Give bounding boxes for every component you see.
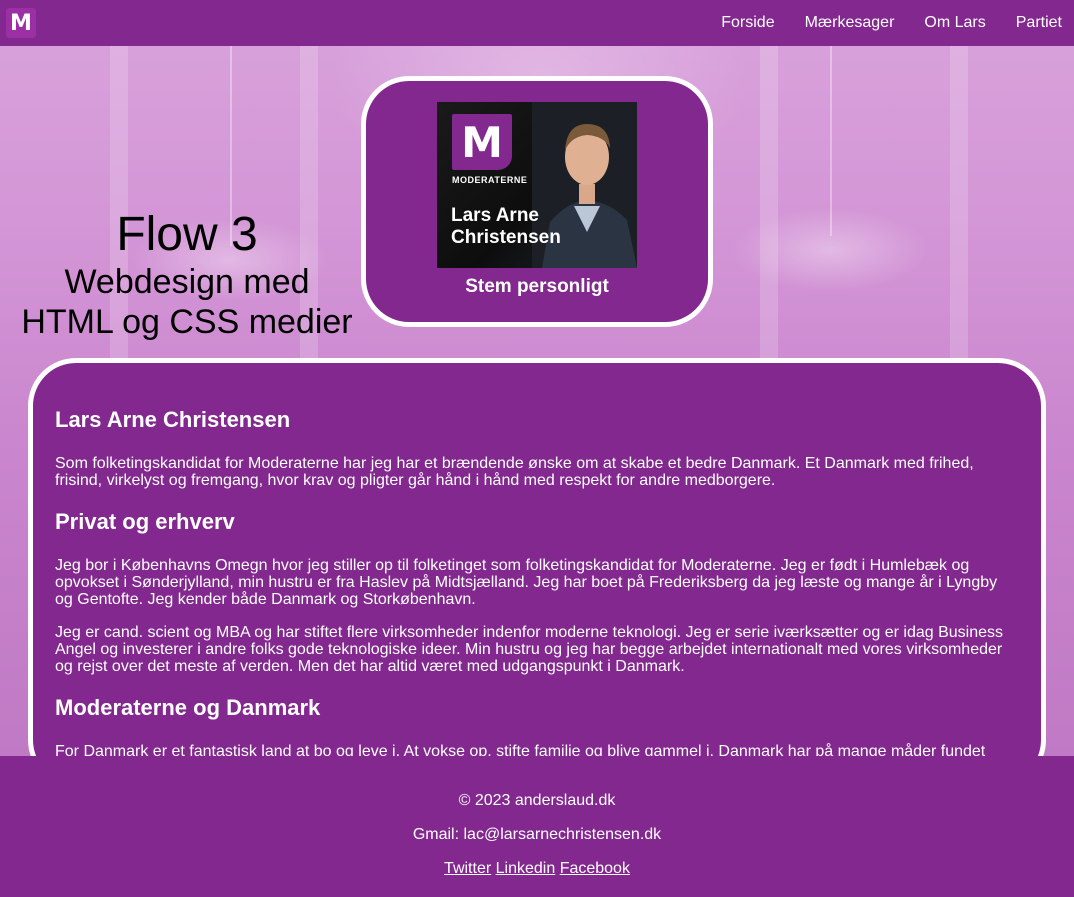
moderaterne-logo: M — [452, 114, 512, 170]
nav-link-forside[interactable]: Forside — [721, 14, 774, 32]
chandelier-chain — [830, 46, 832, 236]
nav-link-om-lars[interactable]: Om Lars — [924, 14, 985, 32]
privat-paragraph-1: Jeg bor i Københavns Omegn hvor jeg stil… — [55, 557, 998, 608]
footer-copyright: © 2023 anderslaud.dk — [458, 792, 616, 809]
footer-email: Gmail: lac@larsarnechristensen.dk — [412, 826, 662, 843]
poster-caption: Stem personligt — [465, 276, 609, 297]
twitter-link[interactable]: Twitter — [444, 860, 491, 877]
top-navbar: M Forside Mærkesager Om Lars Partiet — [0, 0, 1074, 46]
main-nav: Forside Mærkesager Om Lars Partiet — [691, 14, 1062, 32]
campaign-poster-image: M MODERATERNE Lars Arne Christensen — [437, 102, 637, 268]
linkedin-link[interactable]: Linkedin — [496, 860, 556, 877]
poster-candidate-name: Lars Arne Christensen — [451, 205, 561, 248]
poster-brand-text: MODERATERNE — [452, 175, 528, 185]
hero-subtitle-line2: HTML og CSS medier — [21, 303, 353, 341]
bio-paragraph: Som folketingskandidat for Moderaterne h… — [55, 455, 974, 489]
privat-paragraph-2: Jeg er cand. scient og MBA og har stifte… — [55, 624, 1004, 675]
footer-social-links: Twitter Linkedin Facebook — [0, 860, 1074, 878]
bio-heading: Lars Arne Christensen — [55, 407, 291, 432]
bio-content-card[interactable]: Lars Arne Christensen Som folketingskand… — [28, 358, 1046, 788]
site-footer: © 2023 anderslaud.dk Gmail: lac@larsarne… — [0, 756, 1074, 897]
facebook-link[interactable]: Facebook — [560, 860, 630, 877]
section-heading-privat-og-erhverv: Privat og erhverv — [55, 509, 235, 534]
section-heading-moderaterne-og-danmark: Moderaterne og Danmark — [55, 695, 321, 720]
site-logo[interactable]: M — [6, 8, 36, 38]
hero-title: Flow 3 — [116, 208, 258, 261]
campaign-poster-card: M MODERATERNE Lars Arne Christensen Stem… — [361, 76, 713, 327]
nav-link-maerkesager[interactable]: Mærkesager — [805, 14, 895, 32]
hero-title-block: Flow 3 Webdesign med HTML og CSS medier — [0, 208, 374, 342]
nav-link-partiet[interactable]: Partiet — [1016, 14, 1062, 32]
hero-subtitle-line1: Webdesign med — [64, 263, 310, 301]
